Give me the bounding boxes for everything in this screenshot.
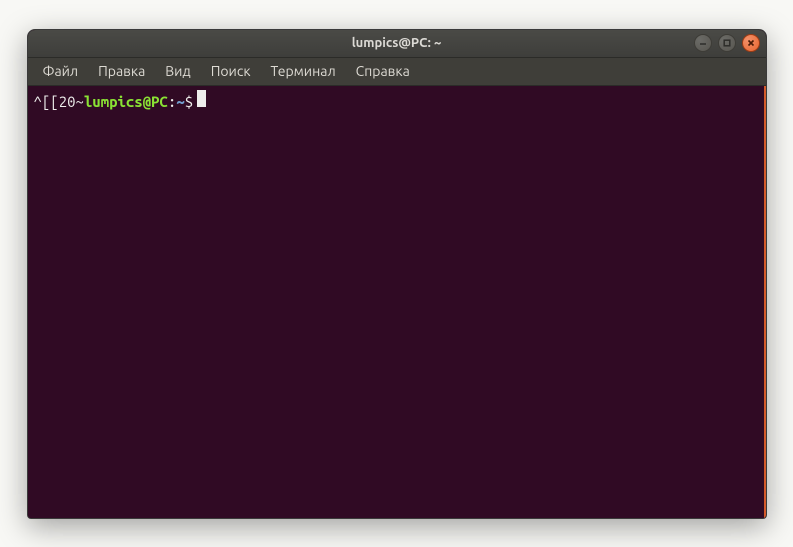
prompt-user-host: lumpics@PC bbox=[84, 92, 168, 112]
close-icon bbox=[746, 38, 756, 48]
window-controls bbox=[694, 34, 760, 52]
terminal-body[interactable]: ^[[20~ lumpics@PC : ~ $ bbox=[28, 86, 766, 518]
menu-terminal[interactable]: Терминал bbox=[262, 60, 345, 82]
maximize-icon bbox=[722, 38, 732, 48]
window-title: lumpics@PC: ~ bbox=[28, 36, 766, 50]
menubar: Файл Правка Вид Поиск Терминал Справка bbox=[28, 58, 766, 86]
titlebar[interactable]: lumpics@PC: ~ bbox=[28, 30, 766, 58]
menu-help[interactable]: Справка bbox=[347, 60, 419, 82]
prompt-line: ^[[20~ lumpics@PC : ~ $ bbox=[34, 90, 758, 112]
escape-sequence: ^[[20~ bbox=[34, 92, 84, 112]
close-button[interactable] bbox=[742, 34, 760, 52]
terminal-window: lumpics@PC: ~ Файл Правка Вид bbox=[27, 29, 767, 519]
minimize-icon bbox=[698, 38, 708, 48]
prompt-symbol: $ bbox=[185, 92, 193, 112]
minimize-button[interactable] bbox=[694, 34, 712, 52]
maximize-button[interactable] bbox=[718, 34, 736, 52]
menu-view[interactable]: Вид bbox=[156, 60, 199, 82]
menu-file[interactable]: Файл bbox=[34, 60, 88, 82]
menu-edit[interactable]: Правка bbox=[89, 60, 154, 82]
menu-search[interactable]: Поиск bbox=[202, 60, 260, 82]
cursor-icon bbox=[197, 90, 206, 107]
prompt-path: ~ bbox=[176, 92, 184, 112]
prompt-separator: : bbox=[168, 92, 176, 112]
